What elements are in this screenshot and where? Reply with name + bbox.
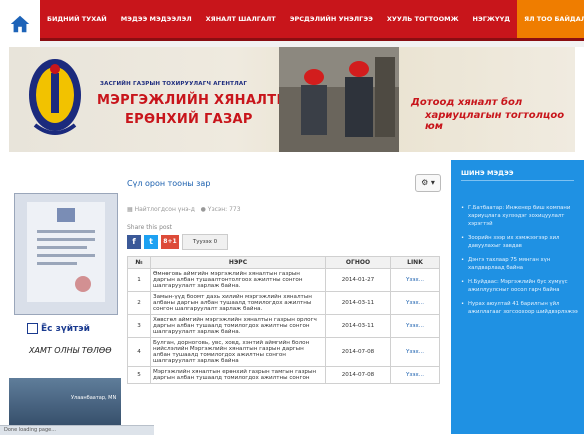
- certificate-image[interactable]: [14, 193, 118, 315]
- nav-item-5[interactable]: НЭГЖҮҮД: [466, 0, 518, 38]
- ethics-ad-subtitle: ХАМТ ОЛНЫ ТӨЛӨӨ: [29, 346, 112, 355]
- post-views: Үзсэн: 773: [207, 206, 241, 213]
- tweet-label: Туузэх: [192, 239, 212, 245]
- slogan-line2: хариуцлагын тогтолцоо юм: [425, 110, 565, 132]
- news-item[interactable]: Дэнгэ тахлаар 75 мянган хүн халдварлаад …: [461, 256, 581, 272]
- vacancy-table: № НЭРС ОГНОО LINK 1 Өмнөговь аймгийн мэрг…: [127, 256, 440, 384]
- agency-name-line1: МЭРГЭЖЛИЙН ХЯНАЛТЫН: [97, 93, 302, 108]
- news-list: Г.Батбаатар: Инженер биш компани хариуцл…: [461, 204, 581, 322]
- gear-icon: ⚙: [421, 178, 429, 187]
- col-header-date: ОГНОО: [325, 256, 391, 269]
- col-header-link: LINK: [390, 256, 440, 269]
- table-row: 1 Өмнөговь аймгийн мэргэжлийн хяналтын га…: [127, 268, 440, 292]
- tweet-count: 0: [213, 239, 218, 245]
- cell-date: 2014-01-27: [325, 268, 391, 292]
- table-row: 3 Хөвсгөл аймгийн мэргэжлийн хяналтын газ…: [127, 314, 440, 338]
- slogan-line1: Дотоод хяналт бол: [411, 97, 523, 108]
- news-item[interactable]: Зоорийн зээр их хэмжээгээр хил давуулахы…: [461, 234, 581, 250]
- cell-link[interactable]: Үзэх...: [390, 291, 440, 315]
- news-sidebar: ШИНЭ МЭДЭЭ Г.Батбаатар: Инженер биш комп…: [451, 160, 584, 434]
- post-title[interactable]: Сүл орон тооны зар: [127, 179, 210, 188]
- cell-num: 1: [127, 268, 151, 292]
- cell-link[interactable]: Үзэх...: [390, 314, 440, 338]
- agency-emblem-logo: [29, 59, 81, 135]
- cell-name: Замын-үүд боомт дахь хилийн мэргэжлийн х…: [150, 291, 326, 315]
- options-button[interactable]: ⚙ ▾: [415, 174, 441, 192]
- tweet-button[interactable]: Туузэх 0: [182, 234, 228, 250]
- author-icon: ▦: [127, 206, 133, 213]
- agency-subtitle: ЗАСГИЙН ГАЗРЫН ТОХИРУУЛАГЧ АГЕНТЛАГ: [100, 81, 248, 87]
- nav-item-1[interactable]: МЭДЭЭ МЭДЭЭЛЭЛ: [114, 0, 199, 38]
- nav-item-2[interactable]: ХЯНАЛТ ШАЛГАЛТ: [199, 0, 283, 38]
- main-content: Сүл орон тооны зар ⚙ ▾ ▦ Найтлогдсон үнэ…: [127, 160, 445, 434]
- nav-item-3[interactable]: ЭРСДЭЛИЙН УНЭЛГЭЭ: [283, 0, 380, 38]
- twitter-icon[interactable]: t: [144, 235, 158, 249]
- cell-date: 2014-07-08: [325, 337, 391, 367]
- checkbox-icon: [27, 323, 38, 334]
- col-header-num: №: [127, 256, 151, 269]
- facebook-icon[interactable]: f: [127, 235, 141, 249]
- cell-date: 2014-07-08: [325, 366, 391, 384]
- google-plus-icon[interactable]: 8+1: [161, 235, 179, 249]
- home-icon: [10, 15, 30, 32]
- sidebar-title: ШИНЭ МЭДЭЭ: [461, 169, 514, 177]
- news-item[interactable]: Нурах аюултай 41 барилгын үйл ажиллагааг…: [461, 300, 581, 316]
- news-item[interactable]: Н.Буйдаас: Мэргэжлийн бус хүмүүс ажиллуу…: [461, 278, 581, 294]
- cell-num: 5: [127, 366, 151, 384]
- post-meta: ▦ Найтлогдсон үнэ-д ● Үзсэн: 773: [127, 206, 241, 213]
- home-button[interactable]: [0, 0, 40, 47]
- nav-item-6[interactable]: ЯЛ ТОО БАЙДАЛ: [517, 0, 584, 38]
- news-item[interactable]: Г.Батбаатар: Инженер биш компани хариуцл…: [461, 204, 581, 228]
- table-row: 5 Мэргэжлийн хяналтын ерөнхий газрын тамг…: [127, 366, 440, 384]
- cell-num: 3: [127, 314, 151, 338]
- table-row: 4 Булган, дорноговь, увс, ховд, хэнтий ай…: [127, 337, 440, 367]
- cell-name: Хөвсгөл аймгийн мэргэжлийн хяналтын газр…: [150, 314, 326, 338]
- agency-name-line2: ЕРӨНХИЙ ГАЗАР: [125, 112, 253, 127]
- cell-date: 2014-03-11: [325, 291, 391, 315]
- nav-item-0[interactable]: БИДНИЙ ТУХАЙ: [40, 0, 114, 38]
- cell-num: 2: [127, 291, 151, 315]
- cell-link[interactable]: Үзэх...: [390, 337, 440, 367]
- col-header-name: НЭРС: [150, 256, 326, 269]
- cell-link[interactable]: Үзэх...: [390, 268, 440, 292]
- cell-name: Өмнөговь аймгийн мэргэжлийн хяналтын газ…: [150, 268, 326, 292]
- table-row: 2 Замын-үүд боомт дахь хилийн мэргэжлийн …: [127, 291, 440, 315]
- main-nav: БИДНИЙ ТУХАЙ МЭДЭЭ МЭДЭЭЛЭЛ ХЯНАЛТ ШАЛГАЛТ…: [40, 0, 584, 38]
- cell-link[interactable]: Үзэх...: [390, 366, 440, 384]
- left-sidebar: Ёс зүйтэй ХАМТ ОЛНЫ ТӨЛӨӨ Улаанбаатар, М…: [9, 183, 121, 434]
- header-banner: ЗАСГИЙН ГАЗРЫН ТОХИРУУЛАГЧ АГЕНТЛАГ МЭРГ…: [9, 47, 575, 152]
- certificate-document: [27, 202, 105, 302]
- eye-icon: ●: [200, 206, 206, 213]
- banner-photo: [279, 47, 399, 152]
- cell-num: 4: [127, 337, 151, 367]
- nav-item-4[interactable]: ХУУЛЬ ТОГТООМЖ: [380, 0, 466, 38]
- post-author: Найтлогдсон үнэ-д: [134, 206, 195, 213]
- cell-date: 2014-03-11: [325, 314, 391, 338]
- share-label: Share this post: [127, 224, 173, 231]
- sidebar-divider: [461, 180, 574, 181]
- share-buttons: f t 8+1 Туузэх 0: [127, 234, 228, 250]
- cell-name: Мэргэжлийн хяналтын ерөнхий газрын тамгы…: [150, 366, 326, 384]
- ethics-ad-label: Ёс зүйтэй: [41, 324, 90, 334]
- city-ad-label: Улаанбаатар, МN: [71, 395, 117, 401]
- ethics-ad-title: Ёс зүйтэй: [27, 323, 90, 334]
- nav-underline: [40, 38, 584, 41]
- cell-name: Булган, дорноговь, увс, ховд, хэнтий айм…: [150, 337, 326, 367]
- certificate-lines: [37, 208, 95, 292]
